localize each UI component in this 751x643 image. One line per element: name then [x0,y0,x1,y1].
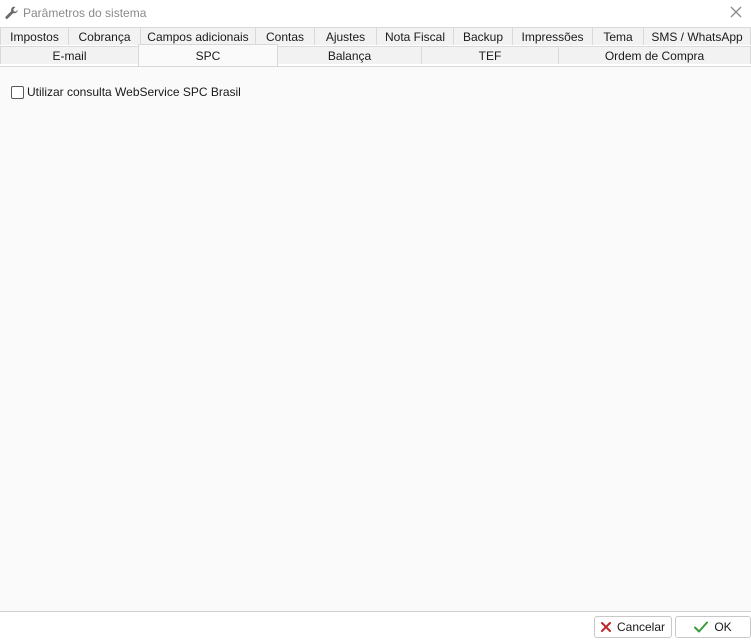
use-spc-webservice-label: Utilizar consulta WebService SPC Brasil [27,85,241,99]
tab-strip: Impostos Cobrança Campos adicionais Cont… [0,27,751,67]
close-button[interactable] [721,0,751,26]
tab-nota-fiscal[interactable]: Nota Fiscal [376,27,454,45]
tab-row-2: E-mail SPC Balança TEF Ordem de Compra [0,44,751,66]
window-title: Parâmetros do sistema [23,6,147,20]
tab-tema[interactable]: Tema [592,27,644,45]
tab-balanca[interactable]: Balança [277,46,422,64]
tab-cobranca[interactable]: Cobrança [68,27,141,45]
ok-button[interactable]: OK [675,616,751,638]
close-icon [730,6,742,21]
cancel-button[interactable]: Cancelar [594,616,672,638]
tab-email[interactable]: E-mail [0,46,139,64]
tab-ordem-de-compra[interactable]: Ordem de Compra [558,46,751,64]
tab-spc[interactable]: SPC [138,44,278,66]
x-icon [600,622,611,632]
ok-button-label: OK [714,620,732,634]
cancel-button-label: Cancelar [616,620,666,634]
tab-tef[interactable]: TEF [421,46,559,64]
tab-sms-whatsapp[interactable]: SMS / WhatsApp [643,27,751,45]
tab-campos-adicionais[interactable]: Campos adicionais [140,27,256,45]
title-bar: Parâmetros do sistema [0,0,751,26]
use-spc-webservice-checkbox[interactable] [11,85,24,99]
spc-panel: Utilizar consulta WebService SPC Brasil [0,66,751,611]
tab-ajustes[interactable]: Ajustes [314,27,377,45]
tab-impostos[interactable]: Impostos [0,27,69,45]
tab-backup[interactable]: Backup [453,27,513,45]
tab-impressoes[interactable]: Impressões [512,27,593,45]
wrench-icon [4,5,20,21]
tab-contas[interactable]: Contas [255,27,315,45]
use-spc-webservice-option[interactable]: Utilizar consulta WebService SPC Brasil [11,85,241,99]
tab-row-1: Impostos Cobrança Campos adicionais Cont… [0,27,751,46]
dialog-footer: Cancelar OK [0,611,751,643]
checkmark-icon [694,621,709,633]
